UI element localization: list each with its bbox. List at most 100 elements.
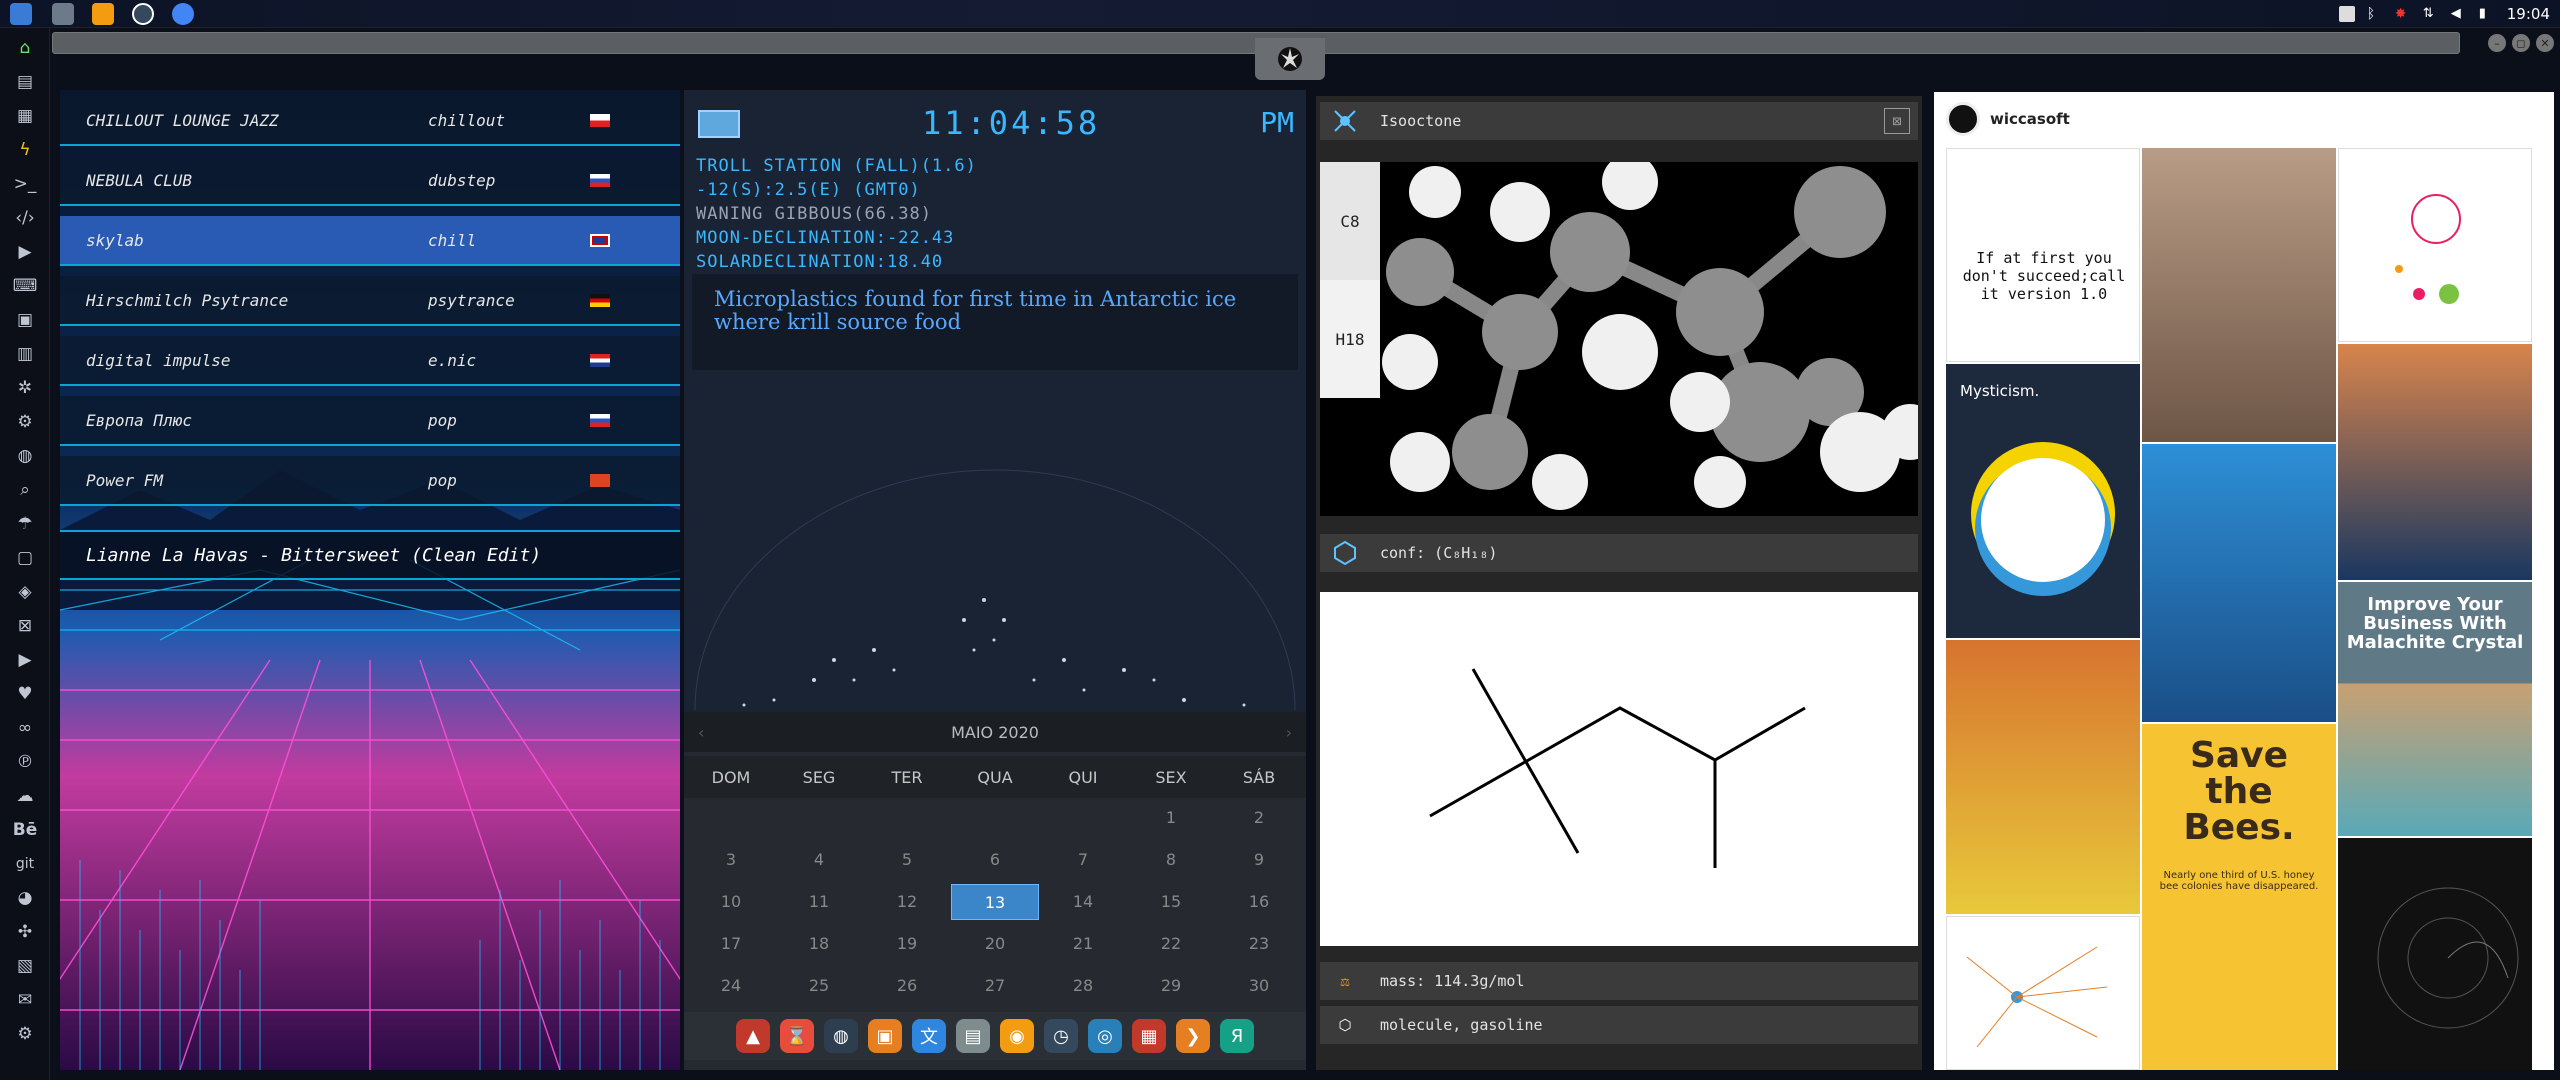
terminal-icon[interactable]: >_ <box>13 172 37 196</box>
keyboard-icon[interactable]: ⌨ <box>13 274 38 298</box>
calendar-day[interactable]: 5 <box>863 842 951 878</box>
gallery-tile[interactable]: If at first you don't succeed;call it ve… <box>1946 148 2140 362</box>
home-icon[interactable]: ⌂ <box>13 36 37 60</box>
files-icon[interactable]: ▤ <box>13 70 37 94</box>
calendar-day[interactable]: 20 <box>951 926 1039 962</box>
calendar-day[interactable]: 10 <box>687 884 775 920</box>
close-icon[interactable]: ⊠ <box>1884 108 1910 134</box>
calendar-day[interactable]: 11 <box>775 884 863 920</box>
calendar-day[interactable]: 24 <box>687 968 775 1004</box>
calendar-day[interactable]: 27 <box>951 968 1039 1004</box>
calendar-day[interactable]: 23 <box>1215 926 1303 962</box>
calendar-day[interactable]: 7 <box>1039 842 1127 878</box>
puzzle-icon[interactable]: ✣ <box>13 920 37 944</box>
gallery-tile[interactable] <box>2338 344 2532 580</box>
image-viewer-icon[interactable]: ▣ <box>868 1019 902 1053</box>
network-tray-icon[interactable]: ⇅ <box>2423 6 2439 22</box>
battery-icon[interactable]: ▮ <box>2479 6 2495 22</box>
umbrella-icon[interactable]: ☂ <box>13 512 37 536</box>
settings-icon[interactable]: ⚙ <box>13 1022 37 1046</box>
sublime-icon[interactable] <box>92 3 114 25</box>
steam-icon[interactable]: ⚙ <box>13 410 37 434</box>
calendar-day[interactable]: 1 <box>1127 800 1215 836</box>
gallery-tile[interactable] <box>2338 148 2532 342</box>
system-clock[interactable]: 19:04 <box>2507 5 2550 23</box>
arch-icon[interactable]: ▲ <box>736 1019 770 1053</box>
calendar-day[interactable]: 3 <box>687 842 775 878</box>
globe-icon[interactable]: ◍ <box>13 444 37 468</box>
files-icon[interactable] <box>10 3 32 25</box>
maximize-button[interactable]: ◻ <box>2512 34 2530 52</box>
link-icon[interactable]: ∞ <box>13 716 37 740</box>
chrome-icon[interactable] <box>172 3 194 25</box>
gallery-tile[interactable]: Mysticism. <box>1946 364 2140 638</box>
mail-icon[interactable]: ✉ <box>13 988 37 1012</box>
station-row[interactable]: skylab chill <box>60 216 680 266</box>
calendar-day[interactable]: 13 <box>951 884 1039 920</box>
calendar-day[interactable]: 30 <box>1215 968 1303 1004</box>
contacts-icon[interactable]: ▢ <box>13 546 37 570</box>
volume-icon[interactable]: ◀ <box>2451 6 2467 22</box>
calendar-day[interactable]: 4 <box>775 842 863 878</box>
star-icon[interactable]: ✲ <box>13 376 37 400</box>
desktop-icon[interactable] <box>52 3 74 25</box>
bolt-icon[interactable]: ϟ <box>13 138 37 162</box>
username[interactable]: wiccasoft <box>1990 110 2070 128</box>
now-playing[interactable]: Lianne La Havas - Bittersweet (Clean Edi… <box>60 530 680 580</box>
doc-icon[interactable]: ▥ <box>13 342 37 366</box>
pinterest-icon[interactable]: ℗ <box>13 750 37 774</box>
news-headline[interactable]: Microplastics found for first time in An… <box>692 274 1298 370</box>
conformation-bar[interactable]: conf: (C₈H₁₈) <box>1320 534 1918 572</box>
calendar-day[interactable]: 6 <box>951 842 1039 878</box>
gallery-tile[interactable]: Save the Bees. Nearly one third of U.S. … <box>2142 724 2336 1070</box>
yandex-icon[interactable]: Я <box>1220 1019 1254 1053</box>
station-row[interactable]: Hirschmilch Psytrance psytrance <box>60 276 680 326</box>
github-icon[interactable]: ◕ <box>13 886 37 910</box>
youtube-icon[interactable]: ▶ <box>13 648 37 672</box>
photos-icon[interactable]: ▣ <box>13 308 37 332</box>
prev-month-icon[interactable]: ‹ <box>698 723 704 742</box>
calendar-day[interactable]: 21 <box>1039 926 1127 962</box>
notes-icon[interactable]: ▦ <box>13 104 37 128</box>
network-icon[interactable]: ⊠ <box>13 614 37 638</box>
behance-icon[interactable]: Bē <box>13 818 38 842</box>
earth-icon[interactable]: ◍ <box>824 1019 858 1053</box>
bluetooth-icon[interactable]: ᛒ <box>2367 6 2383 22</box>
calendar-day[interactable]: 16 <box>1215 884 1303 920</box>
minimize-button[interactable]: – <box>2488 34 2506 52</box>
calendar-app-icon[interactable]: ▦ <box>1132 1019 1166 1053</box>
calendar-day[interactable]: 15 <box>1127 884 1215 920</box>
calendar-day[interactable]: 14 <box>1039 884 1127 920</box>
calendar-day[interactable]: 9 <box>1215 842 1303 878</box>
close-button[interactable]: ✕ <box>2536 34 2554 52</box>
media-icon[interactable]: ▶ <box>13 240 37 264</box>
screenshot-tray-icon[interactable] <box>2338 6 2355 22</box>
translate-icon[interactable]: 文 <box>912 1019 946 1053</box>
station-row[interactable]: CHILLOUT LOUNGE JAZZ chillout <box>60 96 680 146</box>
search-app-icon[interactable]: ◉ <box>1000 1019 1034 1053</box>
arrow-app-icon[interactable]: ❯ <box>1176 1019 1210 1053</box>
calendar-day[interactable]: 19 <box>863 926 951 962</box>
gallery-tile[interactable] <box>2142 444 2336 722</box>
station-row[interactable]: Power FM pop <box>60 456 680 506</box>
vnc-icon[interactable] <box>132 3 154 25</box>
gallery-tile[interactable]: Improve Your Business With Malachite Cry… <box>2338 582 2532 836</box>
hourglass-icon[interactable]: ⌛ <box>780 1019 814 1053</box>
settings-tray-icon[interactable]: ✸ <box>2395 6 2411 22</box>
gallery-tile[interactable] <box>1946 916 2140 1070</box>
git-icon[interactable]: git <box>13 852 37 876</box>
heart-icon[interactable]: ♥ <box>13 682 37 706</box>
cloud-tag-icon[interactable]: ◈ <box>13 580 37 604</box>
rebel-logo-icon[interactable] <box>1255 38 1325 80</box>
station-row[interactable]: NEBULA CLUB dubstep <box>60 156 680 206</box>
calendar-day[interactable]: 8 <box>1127 842 1215 878</box>
gallery-tile[interactable] <box>1946 640 2140 914</box>
gallery-tile[interactable] <box>2142 148 2336 442</box>
calendar-day[interactable]: 22 <box>1127 926 1215 962</box>
calendar-day[interactable]: 18 <box>775 926 863 962</box>
browser-icon[interactable]: ◎ <box>1088 1019 1122 1053</box>
gallery-tile[interactable] <box>2338 838 2532 1070</box>
station-row[interactable]: digital impulse e.nic <box>60 336 680 386</box>
calendar-day[interactable]: 17 <box>687 926 775 962</box>
code-icon[interactable]: ‹/› <box>13 206 37 230</box>
